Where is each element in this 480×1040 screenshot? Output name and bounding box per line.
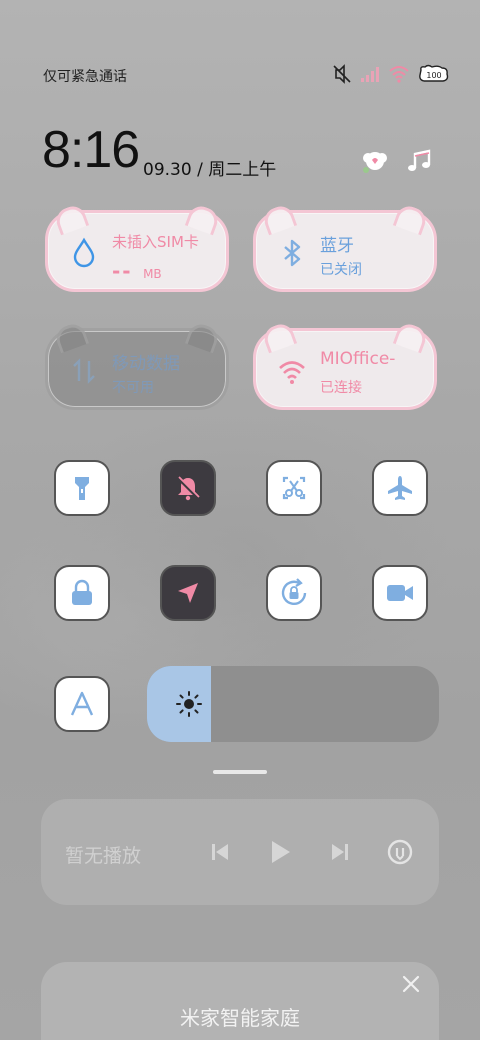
wifi-network-name: MIOffice- — [320, 349, 396, 369]
clock-date: 09.30 / 周二上午 — [143, 160, 277, 180]
carrier-status: 仅可紧急通话 — [43, 69, 127, 85]
battery-level: 100 — [426, 71, 441, 80]
airplane-mode-toggle[interactable] — [372, 460, 428, 516]
wifi-status: 已连接 — [320, 380, 362, 396]
previous-icon — [212, 844, 228, 860]
header-icons — [360, 148, 434, 176]
play-button[interactable] — [263, 835, 297, 869]
play-icon — [272, 841, 290, 863]
mute-icon — [333, 64, 351, 84]
mobile-data-status: 不可用 — [112, 380, 154, 396]
wifi-icon — [279, 361, 305, 384]
font-size-toggle[interactable] — [54, 676, 110, 732]
clock-time: 8:16 — [42, 121, 140, 179]
water-drop-icon — [73, 237, 95, 268]
rotation-lock-toggle[interactable] — [266, 565, 322, 621]
drawer-handle[interactable] — [213, 770, 267, 774]
lock-icon — [72, 579, 92, 605]
cast-icon — [387, 839, 413, 865]
data-usage-unit: MB — [143, 267, 162, 281]
battery-icon: 100 — [419, 64, 449, 82]
close-icon[interactable] — [399, 972, 423, 996]
media-status-label: 暂无播放 — [65, 845, 142, 867]
media-player-card[interactable]: 暂无播放 — [41, 799, 439, 905]
flashlight-icon — [75, 477, 89, 500]
previous-button[interactable] — [203, 835, 237, 869]
data-usage-value: -- — [112, 259, 133, 283]
screen-record-toggle[interactable] — [372, 565, 428, 621]
mobile-data-label: 移动数据 — [112, 354, 180, 374]
next-icon — [332, 844, 348, 860]
flower-edit-icon[interactable] — [360, 148, 390, 176]
screenshot-toggle[interactable] — [266, 460, 322, 516]
flashlight-toggle[interactable] — [54, 460, 110, 516]
status-icons: 100 — [332, 64, 450, 84]
sim-data-tile[interactable]: 未插入SIM卡 -- MB — [45, 202, 229, 292]
data-arrows-icon — [73, 358, 95, 384]
sim-status-label: 未插入SIM卡 — [112, 233, 199, 251]
wifi-icon — [389, 66, 409, 83]
smart-home-title: 米家智能家庭 — [180, 1006, 300, 1030]
mobile-data-tile[interactable]: 移动数据 不可用 — [45, 320, 229, 410]
music-note-icon[interactable] — [406, 148, 434, 176]
scissors-icon — [282, 476, 306, 500]
cast-button[interactable] — [383, 835, 417, 869]
rotation-lock-icon — [281, 578, 307, 605]
bluetooth-icon — [284, 239, 301, 267]
bluetooth-status: 已关闭 — [320, 262, 362, 278]
wifi-tile[interactable]: MIOffice- 已连接 — [253, 320, 437, 410]
sun-icon — [176, 691, 202, 717]
location-toggle[interactable] — [160, 565, 216, 621]
airplane-icon — [388, 476, 412, 500]
bluetooth-tile[interactable]: 蓝牙 已关闭 — [253, 202, 437, 292]
lock-screen-toggle[interactable] — [54, 565, 110, 621]
location-arrow-icon — [178, 583, 198, 603]
brightness-slider[interactable] — [147, 666, 439, 742]
bluetooth-label: 蓝牙 — [320, 236, 354, 256]
bell-off-icon — [176, 476, 200, 501]
smart-home-card[interactable]: 米家智能家庭 — [41, 962, 439, 1040]
silent-mode-toggle[interactable] — [160, 460, 216, 516]
next-button[interactable] — [323, 835, 357, 869]
signal-icon — [361, 67, 379, 82]
video-camera-icon — [387, 585, 413, 601]
letter-a-icon — [70, 691, 94, 716]
